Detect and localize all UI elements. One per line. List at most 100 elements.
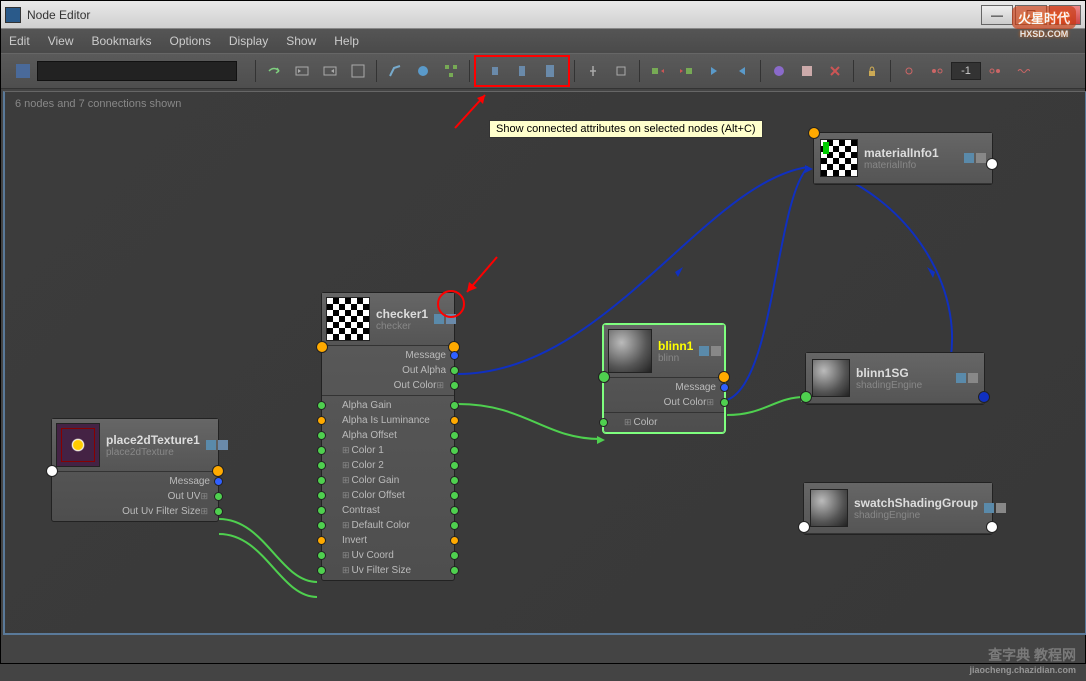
node-swatchsg[interactable]: swatchShadingGroup shadingEngine — [803, 482, 993, 535]
input-field-icon[interactable] — [11, 59, 35, 83]
port-out[interactable] — [720, 398, 729, 407]
node-type-label: shadingEngine — [856, 380, 950, 391]
attr-color: ⊞Color — [604, 415, 724, 430]
attr-outuv: Out UV⊞ — [52, 489, 218, 504]
attr-defaultcolor: ⊞Default Color — [322, 518, 454, 533]
port-in[interactable] — [599, 418, 608, 427]
app-icon — [5, 7, 21, 23]
add-node-icon[interactable] — [411, 59, 435, 83]
attr-contrast: Contrast — [322, 503, 454, 518]
attr-message: Message — [52, 474, 218, 489]
node-name-label: swatchShadingGroup — [854, 496, 978, 510]
graph-icon[interactable] — [439, 59, 463, 83]
node-graph-canvas[interactable]: 6 nodes and 7 connections shown Show con… — [3, 91, 1086, 635]
pin-icon[interactable] — [581, 59, 605, 83]
port-out[interactable] — [214, 492, 223, 501]
menu-view[interactable]: View — [48, 34, 74, 48]
swatch-icon — [56, 423, 100, 467]
annotation-circle — [437, 290, 465, 318]
attr-coloroffset: ⊞Color Offset — [322, 488, 454, 503]
port-out[interactable] — [450, 366, 459, 375]
clear-icon[interactable] — [383, 59, 407, 83]
node-header-icons[interactable] — [206, 440, 228, 450]
attr-uvcoord: ⊞Uv Coord — [322, 548, 454, 563]
output-graph-icon[interactable] — [674, 59, 698, 83]
arrow-left-icon[interactable] — [702, 59, 726, 83]
traversal-depth-field[interactable]: -1 — [951, 62, 981, 80]
attr-outcolor: Out Color⊞ — [604, 395, 724, 410]
menu-display[interactable]: Display — [229, 34, 268, 48]
input-port[interactable] — [800, 391, 812, 403]
maximize-button[interactable]: ☐ — [1015, 5, 1047, 25]
attr-message: Message — [604, 380, 724, 395]
texture-icon[interactable] — [795, 59, 819, 83]
node-name-label: place2dTexture1 — [106, 433, 200, 447]
port-out[interactable] — [450, 351, 459, 360]
simple-mode-icon[interactable] — [482, 59, 506, 83]
redo-icon[interactable] — [262, 59, 286, 83]
swatch-icon — [812, 359, 850, 397]
node-name-label: blinn1 — [658, 339, 693, 353]
node-header-icons[interactable] — [699, 346, 721, 356]
port-out[interactable] — [214, 477, 223, 486]
full-mode-icon[interactable] — [538, 59, 562, 83]
search-field[interactable] — [37, 61, 237, 81]
input-graph-icon[interactable] — [646, 59, 670, 83]
node-materialinfo[interactable]: materialInfo1 materialInfo — [813, 132, 993, 185]
menu-edit[interactable]: Edit — [9, 34, 30, 48]
input-port[interactable] — [798, 521, 810, 533]
attr-alphalum: Alpha Is Luminance — [322, 413, 454, 428]
node-blinn[interactable]: blinn1 blinn Message Out Color⊞ ⊞Color — [603, 324, 725, 433]
lock-icon[interactable] — [860, 59, 884, 83]
nav-forward-icon[interactable] — [318, 59, 342, 83]
menu-bookmarks[interactable]: Bookmarks — [91, 34, 151, 48]
delete-icon[interactable] — [823, 59, 847, 83]
output-port[interactable] — [978, 391, 990, 403]
attr-alphaoffset: Alpha Offset — [322, 428, 454, 443]
node-header-icons[interactable] — [956, 373, 978, 383]
close-button[interactable]: ✕ — [1049, 5, 1081, 25]
highlighted-toolbar-group — [474, 55, 570, 87]
attr-message: Message — [322, 348, 454, 363]
port-out[interactable] — [720, 383, 729, 392]
sync-icon[interactable] — [609, 59, 633, 83]
layout-icon[interactable] — [346, 59, 370, 83]
depth-zero-icon[interactable] — [897, 59, 921, 83]
output-port[interactable] — [986, 521, 998, 533]
menu-show[interactable]: Show — [286, 34, 316, 48]
arrow-right-icon[interactable] — [730, 59, 754, 83]
attr-color1: ⊞Color 1 — [322, 443, 454, 458]
menu-help[interactable]: Help — [334, 34, 359, 48]
port-out[interactable] — [450, 381, 459, 390]
attr-outalpha: Out Alpha — [322, 363, 454, 378]
title-bar[interactable]: Node Editor — ☐ ✕ — [1, 1, 1085, 29]
depth-increase-icon[interactable] — [983, 59, 1007, 83]
attr-alphagain: Alpha Gain — [322, 398, 454, 413]
status-text: 6 nodes and 7 connections shown — [5, 92, 191, 116]
menu-options[interactable]: Options — [170, 34, 211, 48]
port-out[interactable] — [214, 507, 223, 516]
nav-back-icon[interactable] — [290, 59, 314, 83]
minimize-button[interactable]: — — [981, 5, 1013, 25]
node-type-label: checker — [376, 321, 428, 332]
depth-decrease-icon[interactable] — [925, 59, 949, 83]
node-type-label: shadingEngine — [854, 510, 978, 521]
connected-mode-icon[interactable] — [510, 59, 534, 83]
node-checker[interactable]: checker1 checker Message Out Alpha Out C… — [321, 292, 455, 581]
depth-unlimited-icon[interactable] — [1011, 59, 1035, 83]
node-place2d[interactable]: place2dTexture1 place2dTexture Message O… — [51, 418, 219, 522]
node-header-icons[interactable] — [964, 153, 986, 163]
node-name-label: blinn1SG — [856, 366, 950, 380]
node-blinnsg[interactable]: blinn1SG shadingEngine — [805, 352, 985, 405]
attr-colorgain: ⊞Color Gain — [322, 473, 454, 488]
swatch-icon — [820, 139, 858, 177]
swatch-icon — [608, 329, 652, 373]
node-header-icons[interactable] — [984, 503, 1006, 513]
output-port[interactable] — [986, 158, 998, 170]
toolbar: -1 — [1, 53, 1085, 89]
node-type-label: blinn — [658, 353, 693, 364]
input-port[interactable] — [808, 127, 820, 139]
material-icon[interactable] — [767, 59, 791, 83]
annotation-arrow-toolbar — [445, 90, 495, 130]
tooltip: Show connected attributes on selected no… — [489, 120, 763, 138]
